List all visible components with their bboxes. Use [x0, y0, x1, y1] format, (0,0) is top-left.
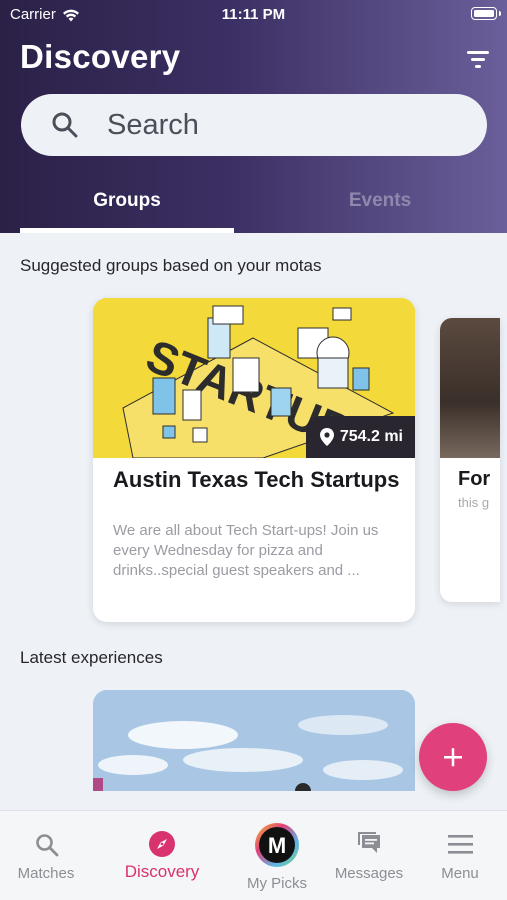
- mypicks-logo-letter: M: [268, 833, 286, 858]
- latest-experiences-heading: Latest experiences: [20, 648, 163, 667]
- chat-icon: [358, 832, 380, 853]
- nav-label-messages: Messages: [334, 865, 404, 882]
- search-icon: [52, 112, 78, 138]
- status-time: 11:11 PM: [221, 6, 286, 23]
- page-title: Discovery: [20, 38, 181, 75]
- search-icon: [36, 834, 59, 857]
- nav-messages[interactable]: Messages: [325, 811, 413, 900]
- nav-menu[interactable]: Menu: [418, 811, 502, 900]
- nav-my-picks[interactable]: M My Picks: [229, 811, 325, 900]
- group-card-image-partial: [440, 318, 500, 458]
- compass-icon: [149, 831, 175, 857]
- menu-icon: [448, 835, 473, 854]
- bottom-navigation: Matches Discovery M My Picks Messages Me…: [0, 810, 507, 900]
- search-bar[interactable]: [21, 94, 487, 156]
- filter-icon[interactable]: [465, 48, 491, 70]
- nav-label-discovery: Discovery: [124, 862, 200, 881]
- group-card-partial[interactable]: For this g: [440, 318, 500, 602]
- nav-label-menu: Menu: [441, 865, 479, 882]
- nav-label-my-picks: My Picks: [247, 875, 307, 892]
- distance-value: 754.2 mi: [339, 428, 403, 445]
- mypicks-logo-icon: M: [255, 823, 299, 867]
- status-bar: Carrier 11:11 PM: [0, 0, 507, 28]
- active-tab-indicator: [20, 228, 234, 233]
- nav-label-matches: Matches: [17, 865, 75, 882]
- nav-discovery[interactable]: Discovery: [112, 811, 212, 900]
- tab-events[interactable]: Events: [273, 190, 487, 212]
- battery-icon: [471, 7, 501, 20]
- search-input[interactable]: [107, 94, 467, 156]
- location-pin-icon: [319, 428, 334, 446]
- nav-matches[interactable]: Matches: [0, 811, 92, 900]
- group-card[interactable]: STARTUP 754.2 mi Austin Texas Tech Start…: [93, 298, 415, 622]
- group-card-description: We are all about Tech Start-ups! Join us…: [113, 522, 379, 579]
- group-card-title-partial: For: [458, 468, 491, 490]
- experience-card[interactable]: [93, 690, 415, 791]
- group-card-description-partial: this g: [458, 495, 490, 510]
- plus-icon: [444, 748, 462, 767]
- discovery-header: Carrier 11:11 PM Discovery Groups Events: [0, 0, 507, 233]
- distance-badge: 754.2 mi: [305, 416, 415, 458]
- tab-bar: Groups Events: [0, 180, 507, 233]
- experience-image: [93, 690, 415, 791]
- group-card-image: STARTUP 754.2 mi: [93, 298, 415, 458]
- suggested-groups-heading: Suggested groups based on your motas: [20, 256, 322, 275]
- tab-groups[interactable]: Groups: [20, 190, 234, 212]
- group-card-title: Austin Texas Tech Startups: [113, 467, 400, 492]
- add-button[interactable]: [419, 723, 487, 791]
